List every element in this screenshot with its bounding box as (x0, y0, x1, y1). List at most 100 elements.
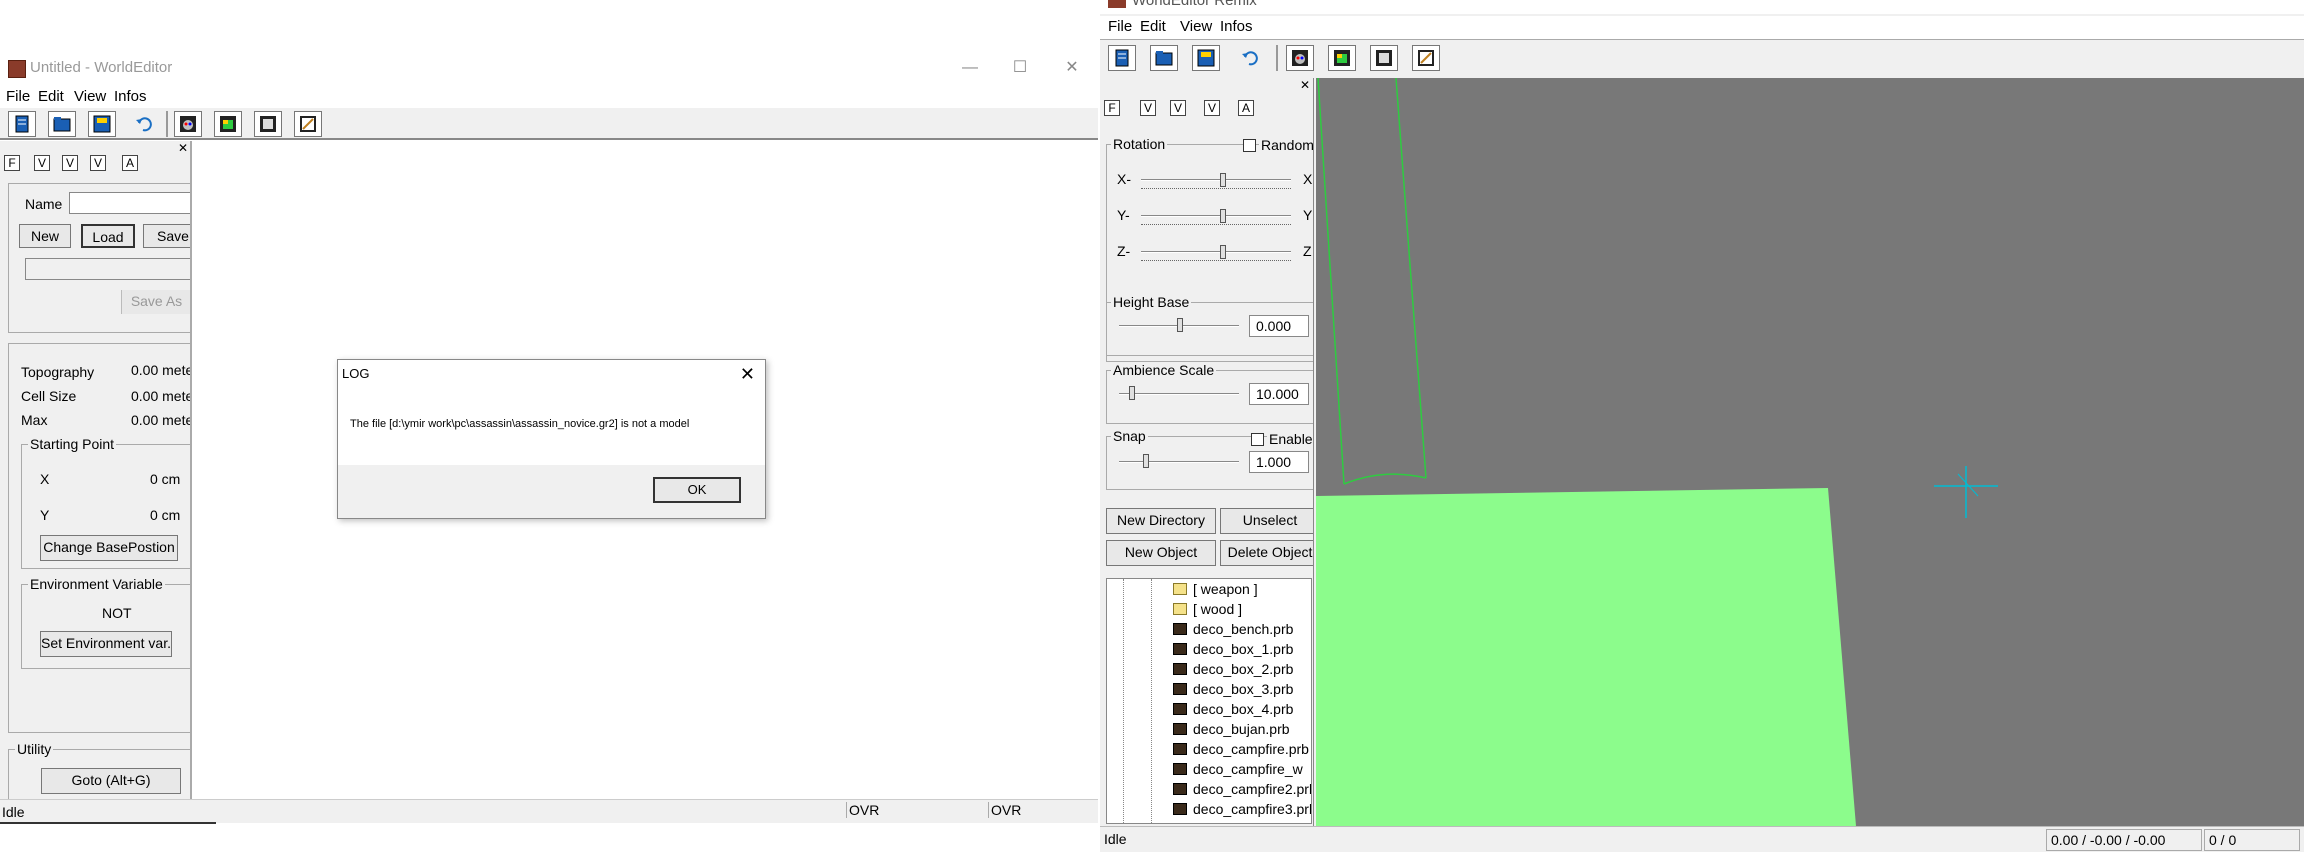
save-disk-icon (93, 115, 111, 133)
tab-v2[interactable]: V (1170, 100, 1186, 116)
terrain-button[interactable] (1328, 45, 1356, 71)
window-button[interactable] (254, 111, 282, 137)
menu-infos[interactable]: Infos (1220, 18, 1253, 35)
tree-item[interactable]: [ wood ] (1173, 601, 1242, 621)
tree-item[interactable]: deco_campfire2.prb (1173, 781, 1311, 801)
maximize-button[interactable]: ☐ (998, 54, 1042, 82)
undo-button[interactable] (1236, 45, 1264, 71)
goto-button[interactable]: Goto (Alt+G) (41, 768, 181, 794)
tree-item[interactable]: [ weapon ] (1173, 581, 1258, 601)
change-baseposition-button[interactable]: Change BasePostion (40, 535, 178, 561)
title-bar[interactable]: Untitled - WorldEditor — ☐ ✕ (0, 50, 1098, 86)
height-base-value[interactable]: 0.000 (1249, 315, 1309, 337)
save-as-button[interactable]: Save As (121, 290, 190, 314)
rot-x-slider[interactable] (1220, 173, 1226, 187)
prb-file-icon (1173, 743, 1187, 755)
terrain-button[interactable] (214, 111, 242, 137)
ok-button[interactable]: OK (653, 477, 741, 503)
tab-v1[interactable]: V (1140, 100, 1156, 116)
title-bar[interactable]: WorldEditor Remix (1100, 0, 2304, 14)
palette-button[interactable] (174, 111, 202, 137)
new-button[interactable]: New (19, 224, 71, 248)
tree-item[interactable]: deco_campfire_w (1173, 761, 1303, 781)
new-object-button[interactable]: New Object (1106, 540, 1216, 566)
palette-button[interactable] (1286, 45, 1314, 71)
set-environment-button[interactable]: Set Environment var. (40, 631, 172, 657)
dialog-close-icon[interactable]: ✕ (740, 364, 755, 385)
open-button[interactable] (48, 111, 76, 137)
menu-infos[interactable]: Infos (114, 88, 147, 105)
path-field[interactable] (25, 258, 190, 280)
tree-item-label: deco_campfire3.prb (1193, 801, 1312, 817)
ambience-slider-track (1119, 393, 1239, 395)
rot-z-slider[interactable] (1220, 245, 1226, 259)
save-button[interactable] (88, 111, 116, 137)
tree-item[interactable]: deco_box_3.prb (1173, 681, 1293, 701)
tree-item[interactable]: deco_campfire3.prb (1173, 801, 1312, 821)
pencil-button[interactable] (1412, 45, 1440, 71)
open-button[interactable] (1150, 45, 1178, 71)
tab-v3[interactable]: V (1204, 100, 1220, 116)
tree-item[interactable]: deco_box_4.prb (1173, 701, 1293, 721)
tab-f[interactable]: F (1104, 100, 1120, 116)
save-map-button[interactable]: Save (143, 224, 190, 248)
tab-v2[interactable]: V (62, 155, 78, 171)
menu-edit[interactable]: Edit (1140, 18, 1166, 35)
tree-item[interactable]: deco_box_2.prb (1173, 661, 1293, 681)
delete-object-button[interactable]: Delete Object (1220, 540, 1313, 566)
minimize-button[interactable]: — (948, 54, 992, 82)
tree-item[interactable]: deco_bench.prb (1173, 621, 1293, 641)
menu-file[interactable]: File (6, 88, 30, 105)
undo-icon (1242, 51, 1258, 66)
rot-z-ticks (1141, 257, 1291, 261)
ambience-slider[interactable] (1129, 386, 1135, 400)
snap-value[interactable]: 1.000 (1249, 451, 1309, 473)
random-label: Random (1259, 137, 1314, 153)
tab-a[interactable]: A (1238, 100, 1254, 116)
toolbar-separator (1276, 45, 1278, 71)
height-slider[interactable] (1177, 318, 1183, 332)
snap-slider[interactable] (1143, 454, 1149, 468)
pencil-button[interactable] (294, 111, 322, 137)
enable-checkbox[interactable] (1251, 433, 1264, 446)
snap-group: Snap Enable 1.000 (1106, 428, 1313, 490)
tree-item-label: deco_campfire_w (1193, 761, 1303, 777)
3d-viewport[interactable] (1316, 78, 2304, 826)
name-input[interactable] (69, 192, 190, 214)
object-tree[interactable]: [ weapon ] [ wood ] deco_bench.prb deco_… (1106, 578, 1312, 824)
log-dialog: LOG ✕ The file [d:\ymir work\pc\assassin… (337, 359, 766, 519)
tab-v3[interactable]: V (90, 155, 106, 171)
close-button[interactable]: ✕ (1050, 54, 1094, 82)
menu-view[interactable]: View (74, 88, 106, 105)
panel-close-icon[interactable]: ✕ (1300, 78, 1310, 92)
tab-f[interactable]: F (4, 155, 20, 171)
new-directory-button[interactable]: New Directory (1106, 508, 1216, 534)
toolbar (0, 108, 1098, 140)
random-checkbox[interactable] (1243, 139, 1256, 152)
tree-item[interactable]: deco_box_1.prb (1173, 641, 1293, 661)
menu-file[interactable]: File (1108, 18, 1132, 35)
save-button[interactable] (1192, 45, 1220, 71)
panel-close-icon[interactable]: ✕ (178, 141, 188, 155)
rot-y-slider[interactable] (1220, 209, 1226, 223)
dialog-body: LOG ✕ The file [d:\ymir work\pc\assassin… (338, 360, 765, 465)
tab-v1[interactable]: V (34, 155, 50, 171)
tree-item-label: deco_campfire.prb (1193, 741, 1309, 757)
snap-label: Snap (1111, 428, 1148, 444)
environment-value: NOT (102, 605, 132, 621)
rot-y-label: Y (1303, 207, 1313, 223)
menu-view[interactable]: View (1180, 18, 1212, 35)
unselect-button[interactable]: Unselect (1220, 508, 1313, 534)
tree-item[interactable]: deco_bujan.prb (1173, 721, 1290, 741)
undo-button[interactable] (130, 111, 158, 137)
new-file-button[interactable] (1108, 45, 1136, 71)
rot-x-minus-label: X- (1117, 171, 1131, 187)
load-button[interactable]: Load (81, 224, 135, 248)
ambience-scale-value[interactable]: 10.000 (1249, 383, 1309, 405)
window-button[interactable] (1370, 45, 1398, 71)
prb-file-icon (1173, 623, 1187, 635)
tree-item[interactable]: deco_campfire.prb (1173, 741, 1309, 761)
tab-a[interactable]: A (122, 155, 138, 171)
menu-edit[interactable]: Edit (38, 88, 64, 105)
new-file-button[interactable] (8, 111, 36, 137)
